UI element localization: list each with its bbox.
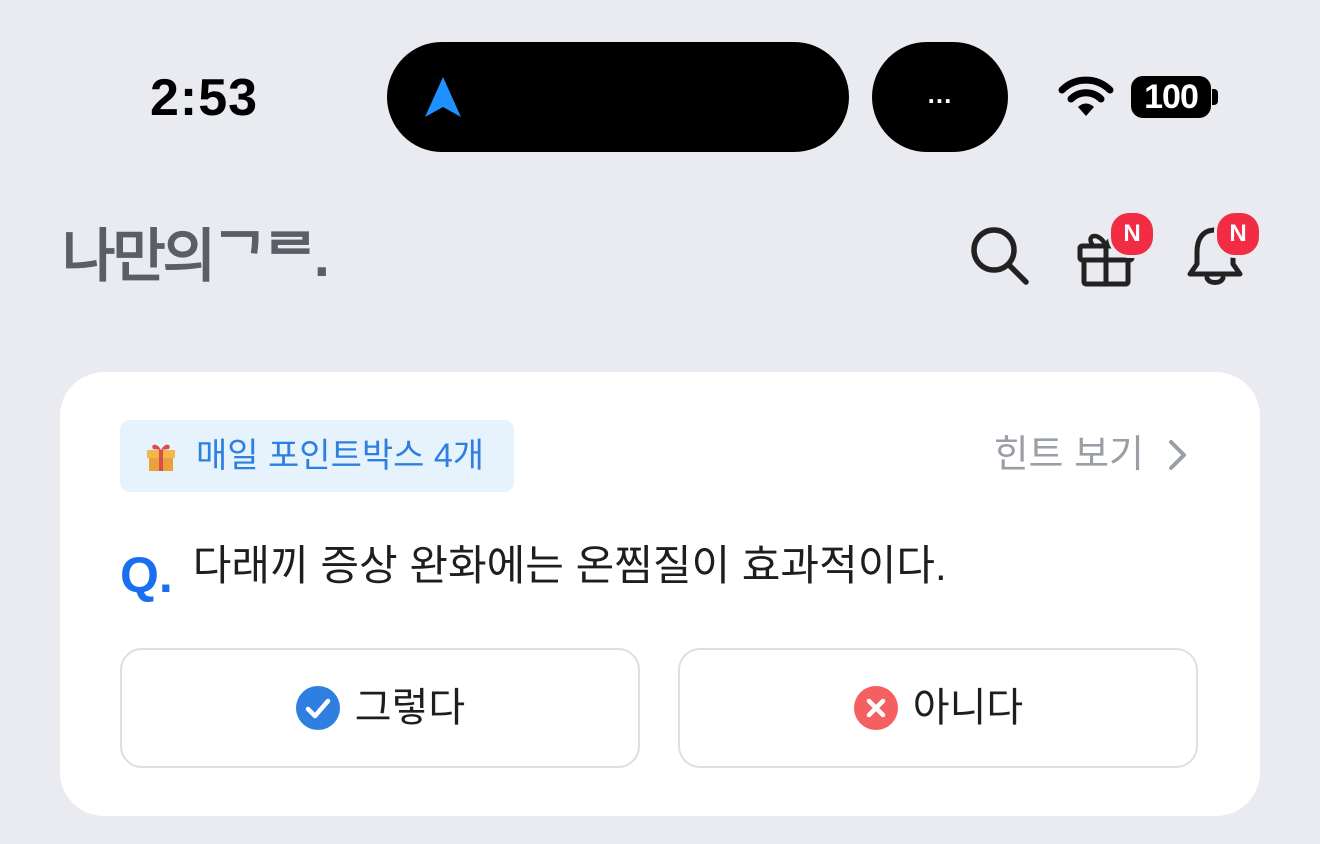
status-time: 2:53 [150, 69, 259, 127]
answer-yes-label: 그렇다 [354, 686, 466, 730]
answer-no-button[interactable]: 아니다 [678, 648, 1198, 768]
more-icon: ... [927, 79, 953, 109]
answer-no-label: 아니다 [912, 686, 1024, 730]
question-text: 다래끼 증상 완화에는 온찜질이 효과적이다. [192, 542, 947, 589]
question: Q. 다래끼 증상 완화에는 온찜질이 효과적이다. [120, 538, 947, 606]
status-bar: 2:53 ... 100 [0, 0, 1320, 152]
daily-pointbox-label: 매일 포인트박스 4개 [196, 437, 485, 475]
quiz-card: 매일 포인트박스 4개 힌트 보기 Q. 다래끼 증상 완화에는 온찜질이 효과… [60, 372, 1260, 816]
search-icon[interactable] [968, 224, 1032, 288]
question-prefix: Q. [120, 547, 173, 603]
chevron-right-icon [1169, 440, 1186, 470]
x-circle-icon [853, 686, 898, 730]
check-circle-icon [295, 686, 340, 730]
bell-notification-badge: N [1214, 210, 1262, 258]
daily-pointbox-chip[interactable]: 매일 포인트박스 4개 [120, 420, 515, 492]
gift-box-icon [147, 444, 175, 471]
wifi-icon [1058, 76, 1114, 116]
hint-label: 힌트 보기 [993, 434, 1144, 476]
hint-link[interactable]: 힌트 보기 [994, 430, 1190, 480]
battery-tip [1212, 89, 1218, 105]
battery-indicator: 100 [1131, 76, 1211, 118]
dynamic-island-navigation[interactable] [387, 42, 849, 152]
app-logo[interactable]: 나만의ᄀᄅ. [62, 222, 330, 292]
gift-notification-badge: N [1108, 210, 1156, 258]
battery-level: 100 [1144, 77, 1199, 116]
dynamic-island-more[interactable]: ... [872, 42, 1008, 152]
app-header: 나만의ᄀᄅ. N N [0, 190, 1320, 300]
answer-yes-button[interactable]: 그렇다 [120, 648, 640, 768]
navigation-arrow-icon [425, 77, 461, 117]
